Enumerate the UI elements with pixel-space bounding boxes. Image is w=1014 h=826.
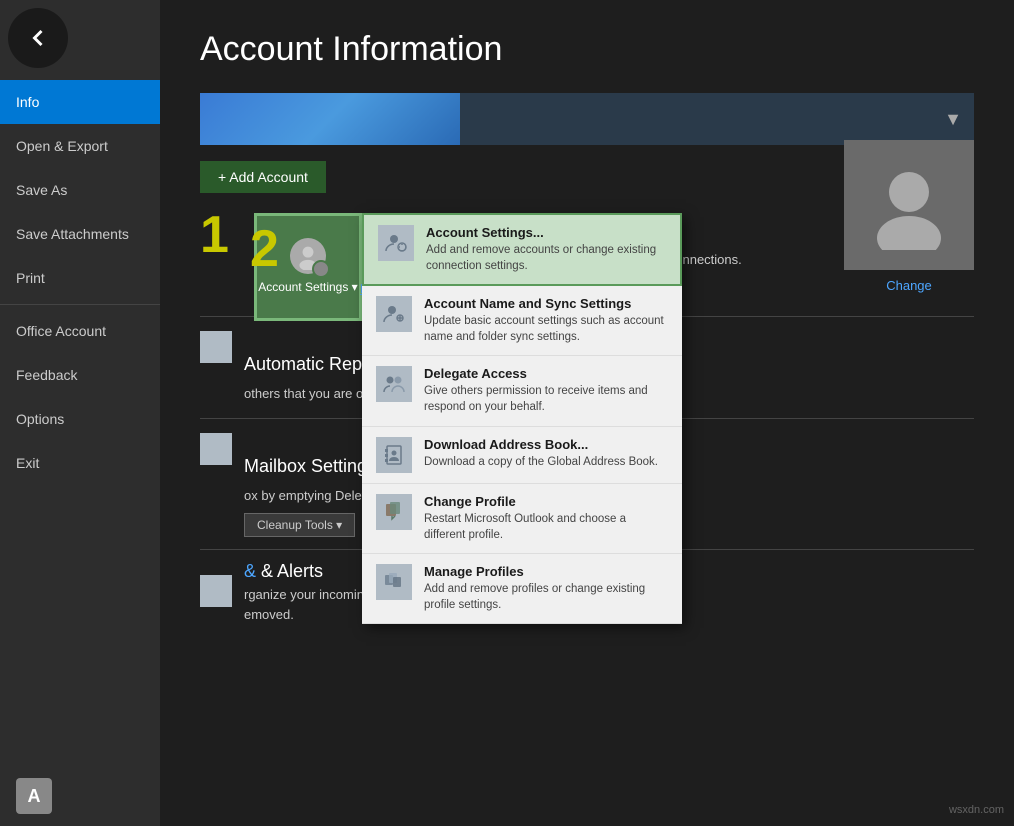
dropdown-item-delegate[interactable]: Delegate Access Give others permission t…	[362, 356, 682, 426]
delegate-icon	[376, 366, 412, 402]
sidebar-item-feedback[interactable]: Feedback	[0, 353, 160, 397]
item4-desc: Download a copy of the Global Address Bo…	[424, 454, 668, 470]
item3-desc: Give others permission to receive items …	[424, 383, 668, 415]
logo-icon: A	[16, 778, 52, 814]
sidebar-nav: Info Open & Export Save As Save Attachme…	[0, 80, 160, 485]
change-profile-icon	[376, 494, 412, 530]
item2-title: Account Name and Sync Settings	[424, 296, 668, 311]
sidebar-item-print[interactable]: Print	[0, 256, 160, 300]
back-button[interactable]	[8, 8, 68, 68]
settings-btn-label: Account Settings ▾	[258, 280, 357, 296]
sidebar-divider	[0, 304, 160, 305]
alerts-heading: & & Alerts	[244, 561, 323, 581]
main-content: Account Information ▼ + Add Account 1 Ac…	[160, 0, 1014, 826]
sidebar-item-save-attachments[interactable]: Save Attachments	[0, 212, 160, 256]
dropdown-arrow-icon: ▼	[944, 109, 962, 130]
step2-number: 2	[250, 223, 300, 275]
item3-title: Delegate Access	[424, 366, 668, 381]
alerts-icon	[200, 575, 232, 607]
manage-profiles-icon	[376, 564, 412, 600]
item4-title: Download Address Book...	[424, 437, 668, 452]
sidebar: Info Open & Export Save As Save Attachme…	[0, 0, 160, 826]
item5-desc: Restart Microsoft Outlook and choose a d…	[424, 511, 668, 543]
sidebar-item-options[interactable]: Options	[0, 397, 160, 441]
item6-title: Manage Profiles	[424, 564, 668, 579]
item6-desc: Add and remove profiles or change existi…	[424, 581, 668, 613]
sidebar-item-exit[interactable]: Exit	[0, 441, 160, 485]
address-book-icon	[376, 437, 412, 473]
add-account-button[interactable]: + Add Account	[200, 161, 326, 193]
sidebar-item-save-as[interactable]: Save As	[0, 168, 160, 212]
dropdown-item-address-book[interactable]: Download Address Book... Download a copy…	[362, 427, 682, 484]
sidebar-item-open-export[interactable]: Open & Export	[0, 124, 160, 168]
sidebar-item-info[interactable]: Info	[0, 80, 160, 124]
add-account-label: + Add Account	[218, 169, 308, 185]
dropdown-item-manage-profiles[interactable]: Manage Profiles Add and remove profiles …	[362, 554, 682, 624]
sidebar-item-office-account[interactable]: Office Account	[0, 309, 160, 353]
auto-replies-icon	[200, 331, 232, 363]
step2-row: 2	[250, 223, 974, 275]
app-logo: A	[0, 766, 160, 826]
item2-desc: Update basic account settings such as ac…	[424, 313, 668, 345]
dropdown-item-change-profile[interactable]: Change Profile Restart Microsoft Outlook…	[362, 484, 682, 554]
page-title: Account Information	[200, 30, 974, 69]
account-selector-right: ▼	[460, 93, 974, 145]
mailbox-cleanup-icon	[200, 433, 232, 465]
dropdown-item-name-sync[interactable]: Account Name and Sync Settings Update ba…	[362, 286, 682, 356]
account-selector-left	[200, 93, 460, 145]
step1-number: 1	[200, 209, 250, 261]
cleanup-tools-button[interactable]: Cleanup Tools ▾	[244, 513, 355, 537]
account-selector[interactable]: ▼	[200, 93, 974, 145]
name-sync-icon	[376, 296, 412, 332]
item5-title: Change Profile	[424, 494, 668, 509]
watermark: wsxdn.com	[949, 804, 1004, 816]
